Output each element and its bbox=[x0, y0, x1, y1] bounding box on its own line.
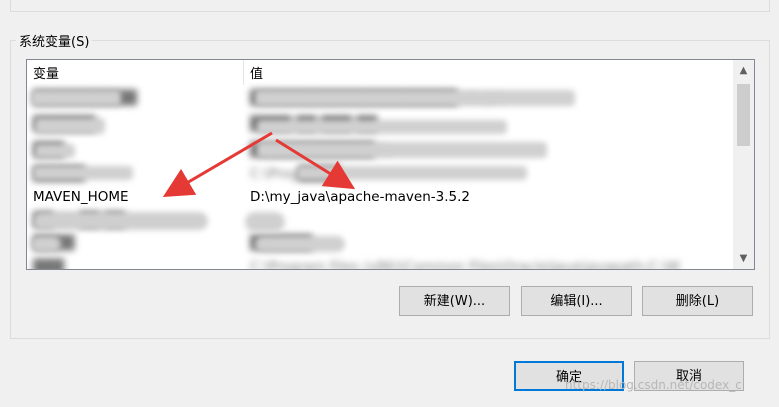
redaction-blur bbox=[257, 142, 547, 158]
edit-button[interactable]: 编辑(I)... bbox=[521, 286, 632, 316]
system-variables-list[interactable]: 变量 值 ██████████ ████████████████████ xls… bbox=[26, 59, 755, 270]
variable-value: C:\Program Files (x86)\Common Files\Orac… bbox=[250, 259, 681, 270]
variable-name: MAVEN_HOME bbox=[33, 189, 129, 205]
scroll-up-icon[interactable]: ▲ bbox=[733, 60, 754, 81]
redaction-blur bbox=[257, 120, 507, 134]
column-header-name[interactable]: 变量 bbox=[27, 60, 244, 85]
table-row[interactable]: ████ ██████ bbox=[27, 232, 731, 255]
redaction-blur bbox=[255, 236, 345, 252]
column-header-value[interactable]: 值 bbox=[244, 60, 730, 85]
new-button[interactable]: 新建(W)... bbox=[399, 286, 510, 316]
table-row[interactable]: MAVEN_HOME D:\my_java\apache-maven-3.5.2 bbox=[27, 186, 731, 209]
redaction-blur bbox=[33, 166, 133, 180]
redaction-blur bbox=[33, 212, 208, 230]
redaction-blur bbox=[297, 166, 527, 180]
redaction-blur bbox=[31, 236, 61, 252]
redaction-blur bbox=[31, 90, 121, 106]
redaction-blur bbox=[245, 212, 285, 232]
scrollbar-thumb[interactable] bbox=[737, 84, 750, 146]
redaction-blur bbox=[35, 144, 75, 158]
variable-value bbox=[250, 209, 730, 232]
table-row[interactable]: ███ C:\Program Files (x86)\Common Files\… bbox=[27, 256, 731, 270]
delete-button[interactable]: 删除(L) bbox=[642, 286, 753, 316]
variable-value: D:\my_java\apache-maven-3.5.2 bbox=[250, 189, 470, 205]
upper-group-frame bbox=[10, 0, 770, 12]
vertical-scrollbar[interactable]: ▲ ▼ bbox=[733, 60, 754, 269]
scroll-down-icon[interactable]: ▼ bbox=[733, 248, 754, 269]
redaction-blur bbox=[255, 90, 575, 106]
list-header: 变量 值 bbox=[27, 60, 731, 85]
watermark: https://blog.csdn.net/codex_c bbox=[565, 378, 742, 392]
variable-name: ███ bbox=[33, 259, 65, 270]
variable-name: ████ bbox=[33, 232, 243, 255]
group-title: 系统变量(S) bbox=[16, 31, 93, 50]
redaction-blur bbox=[35, 118, 105, 134]
